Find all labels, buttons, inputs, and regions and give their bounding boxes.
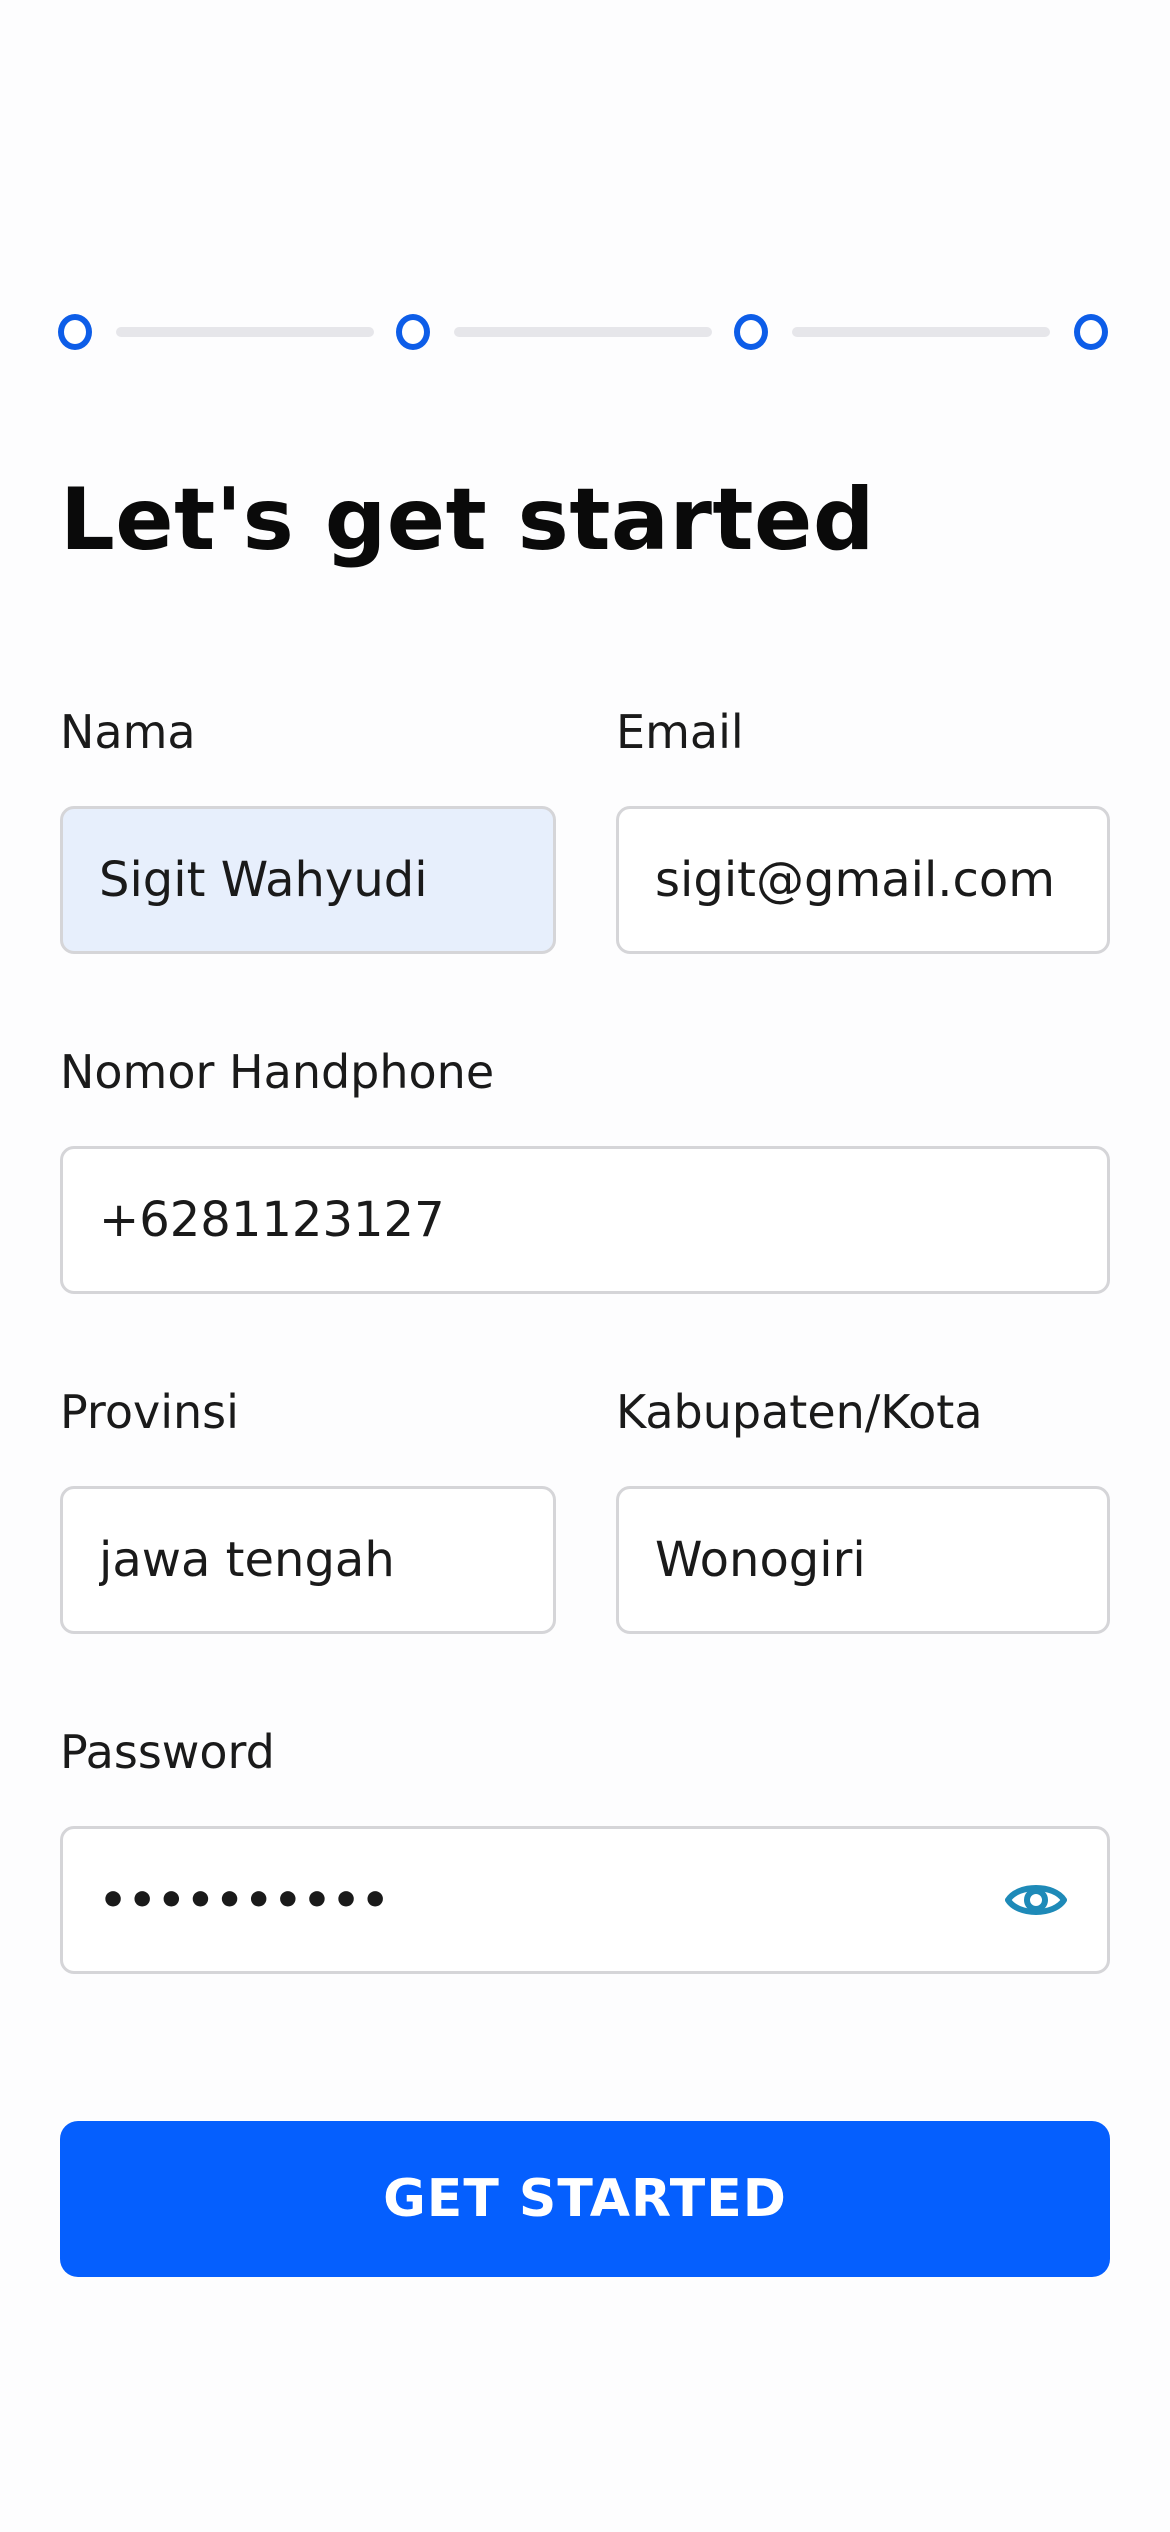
phone-label: Nomor Handphone bbox=[60, 1045, 495, 1099]
phone-value: +6281123127 bbox=[99, 1192, 445, 1248]
phone-input[interactable]: +6281123127 bbox=[60, 1146, 1110, 1294]
password-value: •••••••••• bbox=[99, 1874, 391, 1926]
email-value: sigit@gmail.com bbox=[655, 852, 1056, 908]
page-title: Let's get started bbox=[60, 470, 875, 570]
step-connector bbox=[116, 327, 374, 337]
nama-label: Nama bbox=[60, 705, 196, 759]
email-label: Email bbox=[616, 705, 744, 759]
provinsi-input[interactable]: jawa tengah bbox=[60, 1486, 556, 1634]
kota-label: Kabupaten/Kota bbox=[616, 1385, 983, 1439]
nama-input[interactable]: Sigit Wahyudi bbox=[60, 806, 556, 954]
provinsi-label: Provinsi bbox=[60, 1385, 239, 1439]
progress-stepper bbox=[58, 312, 1112, 352]
eye-icon[interactable] bbox=[1001, 1870, 1071, 1930]
step-connector bbox=[454, 327, 712, 337]
password-label: Password bbox=[60, 1725, 275, 1779]
kota-input[interactable]: Wonogiri bbox=[616, 1486, 1110, 1634]
step-4-icon bbox=[1074, 314, 1108, 350]
step-3-icon bbox=[734, 314, 768, 350]
password-input[interactable]: •••••••••• bbox=[60, 1826, 1110, 1974]
step-2-icon bbox=[396, 314, 430, 350]
kota-value: Wonogiri bbox=[655, 1532, 866, 1588]
step-connector bbox=[792, 327, 1050, 337]
signup-screen: Let's get started Nama Sigit Wahyudi Ema… bbox=[0, 0, 1170, 2532]
step-1-icon bbox=[58, 314, 92, 350]
get-started-button[interactable]: GET STARTED bbox=[60, 2121, 1110, 2277]
provinsi-value: jawa tengah bbox=[99, 1532, 395, 1588]
nama-value: Sigit Wahyudi bbox=[99, 852, 428, 908]
email-input[interactable]: sigit@gmail.com bbox=[616, 806, 1110, 954]
